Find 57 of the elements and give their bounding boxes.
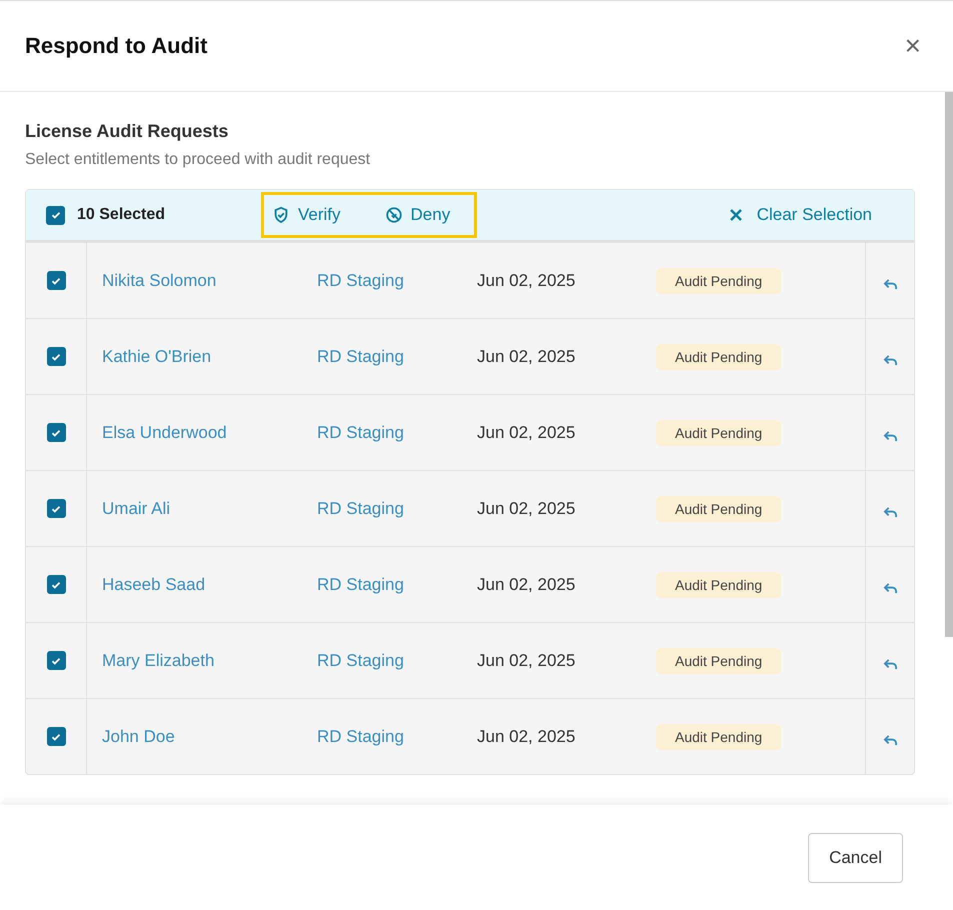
row-checkbox[interactable] — [46, 347, 66, 366]
close-button[interactable]: × — [900, 32, 925, 60]
date-text: Jun 02, 2025 — [477, 650, 576, 670]
environment-link[interactable]: RD Staging — [317, 270, 404, 290]
environment-link[interactable]: RD Staging — [317, 726, 404, 746]
scrollbar-thumb[interactable] — [945, 92, 953, 637]
row-checkbox[interactable] — [46, 727, 66, 746]
section-title: License Audit Requests — [25, 121, 230, 142]
row-checkbox[interactable] — [46, 423, 66, 442]
section-subtitle: Select entitlements to proceed with audit request — [25, 151, 372, 169]
date-text: Jun 02, 2025 — [477, 498, 576, 518]
check-icon — [50, 209, 62, 221]
date-text: Jun 02, 2025 — [477, 346, 576, 366]
status-badge: Audit Pending — [656, 496, 782, 522]
status-badge: Audit Pending — [656, 572, 782, 598]
dialog-title: Respond to Audit — [25, 33, 208, 59]
row-checkbox[interactable] — [46, 575, 66, 594]
environment-link[interactable]: RD Staging — [317, 498, 404, 518]
environment-link[interactable]: RD Staging — [317, 346, 404, 366]
status-badge: Audit Pending — [656, 344, 782, 370]
select-all-checkbox[interactable] — [46, 206, 65, 224]
reply-arrow-icon[interactable] — [882, 734, 898, 747]
user-name-link[interactable]: Haseeb Saad — [102, 574, 206, 594]
row-checkbox[interactable] — [46, 499, 66, 518]
user-name-link[interactable]: Kathie O'Brien — [102, 346, 212, 366]
environment-link[interactable]: RD Staging — [317, 650, 404, 670]
date-text: Jun 02, 2025 — [477, 422, 576, 442]
status-badge: Audit Pending — [656, 268, 782, 294]
row-checkbox[interactable] — [46, 271, 66, 290]
reply-arrow-icon[interactable] — [882, 658, 898, 671]
close-icon — [728, 208, 743, 222]
date-text: Jun 02, 2025 — [477, 726, 576, 746]
cancel-button[interactable]: Cancel — [808, 832, 903, 882]
reply-arrow-icon[interactable] — [882, 506, 898, 519]
blocked-shield-icon — [384, 206, 403, 224]
status-badge: Audit Pending — [656, 724, 782, 750]
status-badge: Audit Pending — [656, 648, 782, 674]
reply-arrow-icon[interactable] — [882, 354, 898, 367]
user-name-link[interactable]: Nikita Solomon — [102, 270, 216, 290]
reply-arrow-icon[interactable] — [882, 430, 898, 443]
row-checkbox[interactable] — [46, 651, 66, 670]
reply-arrow-icon[interactable] — [882, 582, 898, 595]
environment-link[interactable]: RD Staging — [317, 422, 404, 442]
user-name-link[interactable]: John Doe — [102, 726, 175, 746]
user-name-link[interactable]: Umair Ali — [102, 498, 170, 518]
clear-selection-button[interactable]: Clear Selection — [728, 205, 872, 225]
selected-count: 10 Selected — [77, 206, 166, 224]
shield-check-icon — [272, 206, 290, 224]
reply-arrow-icon[interactable] — [882, 278, 898, 291]
user-name-link[interactable]: Elsa Underwood — [102, 422, 227, 442]
date-text: Jun 02, 2025 — [477, 270, 576, 290]
date-text: Jun 02, 2025 — [477, 574, 576, 594]
status-badge: Audit Pending — [656, 420, 782, 446]
deny-button[interactable]: Deny — [384, 205, 450, 225]
user-name-link[interactable]: Mary Elizabeth — [102, 650, 214, 670]
verify-button[interactable]: Verify — [272, 205, 341, 225]
environment-link[interactable]: RD Staging — [317, 574, 404, 594]
